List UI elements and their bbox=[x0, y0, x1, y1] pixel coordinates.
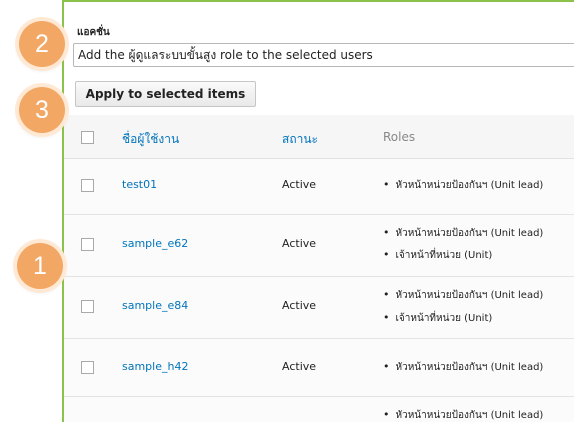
status-text: Active bbox=[282, 237, 317, 250]
status-text: Active bbox=[282, 360, 317, 373]
username-link[interactable]: sample_e62 bbox=[122, 237, 188, 250]
row-checkbox[interactable] bbox=[81, 300, 94, 313]
role-item: หัวหน้าหน่วยป้องกันฯ (Unit lead) bbox=[383, 360, 544, 375]
select-all-checkbox[interactable] bbox=[81, 131, 94, 144]
status-text: Active bbox=[282, 299, 317, 312]
username-link[interactable]: sample_h42 bbox=[122, 360, 188, 373]
username-link[interactable]: sample_e84 bbox=[122, 299, 188, 312]
role-item: หัวหน้าหน่วยป้องกันฯ (Unit lead) bbox=[383, 226, 544, 241]
apply-to-selected-button[interactable]: Apply to selected items bbox=[75, 81, 256, 107]
column-header-roles: Roles bbox=[383, 130, 416, 144]
annotation-badge-1: 1 bbox=[17, 243, 63, 289]
status-text: Active bbox=[282, 178, 317, 191]
annotation-badge-2: 2 bbox=[19, 21, 65, 67]
row-checkbox[interactable] bbox=[81, 179, 94, 192]
role-item: หัวหน้าหน่วยป้องกันฯ (Unit lead) bbox=[383, 408, 544, 423]
action-label: แอคชั่น bbox=[77, 27, 110, 38]
row-checkbox[interactable] bbox=[81, 361, 94, 374]
row-checkbox[interactable] bbox=[81, 238, 94, 251]
role-item: เจ้าหน้าที่หน่วย (Unit) bbox=[383, 248, 493, 263]
username-link[interactable]: test01 bbox=[122, 178, 157, 191]
column-header-status[interactable]: สถานะ bbox=[282, 130, 318, 149]
action-select[interactable]: Add the ผู้ดูแลระบบขั้นสูง role to the s… bbox=[73, 43, 574, 67]
role-item: หัวหน้าหน่วยป้องกันฯ (Unit lead) bbox=[383, 288, 544, 303]
role-item: เจ้าหน้าที่หน่วย (Unit) bbox=[383, 311, 493, 326]
role-item: หัวหน้าหน่วยป้องกันฯ (Unit lead) bbox=[383, 178, 544, 193]
annotation-badge-3: 3 bbox=[19, 87, 65, 133]
column-header-username[interactable]: ชื่อผู้ใช้งาน bbox=[122, 130, 179, 149]
